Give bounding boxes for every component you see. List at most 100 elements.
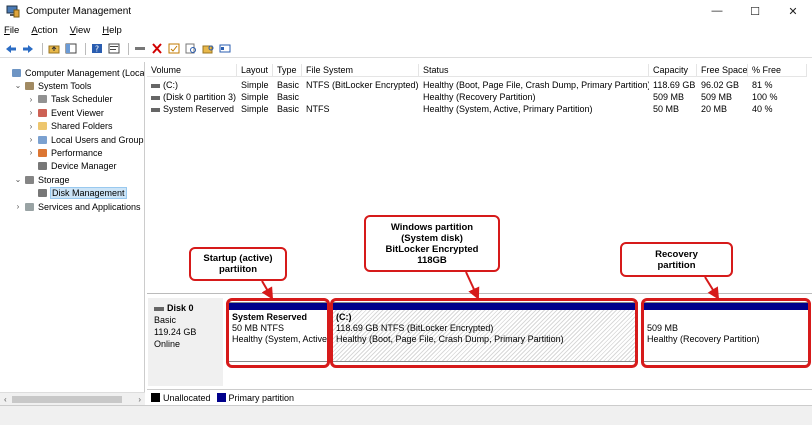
expand-chevron-icon[interactable]: › (26, 95, 36, 104)
cell-text: 509 MB (701, 92, 733, 102)
cell-text: NTFS (BitLocker Encrypted) (306, 80, 419, 90)
view-icon[interactable] (218, 42, 231, 55)
menu-file[interactable]: File (4, 25, 19, 36)
table-cell: Basic (273, 91, 302, 103)
cell-text: Basic (277, 80, 300, 90)
column-header[interactable]: % Free (748, 64, 807, 77)
menu-view[interactable]: View (70, 25, 90, 36)
tree-item-label: Shared Folders (51, 121, 113, 132)
table-cell: (C:) (147, 79, 237, 91)
tree-item[interactable]: Computer Management (Local (0, 66, 145, 79)
table-cell: 100 % (748, 91, 807, 103)
properties-icon[interactable] (107, 42, 120, 55)
toolbar-separator (42, 42, 43, 55)
tree-item[interactable]: › Shared Folders (26, 120, 113, 133)
tree-item[interactable]: ⌄ System Tools (13, 79, 92, 92)
table-cell (302, 91, 419, 103)
tree-item[interactable]: ⌄ Storage (13, 173, 70, 186)
forward-arrow-icon[interactable] (21, 42, 34, 55)
expand-chevron-icon[interactable]: ⌄ (13, 81, 23, 90)
folder-search-icon[interactable] (201, 42, 214, 55)
minimize-button[interactable]: — (698, 0, 736, 22)
unallocated-swatch (151, 393, 160, 402)
column-header[interactable]: Volume (147, 64, 237, 77)
table-cell: System Reserved (147, 103, 237, 115)
disk-icon (36, 188, 48, 199)
connect-icon[interactable] (133, 42, 146, 55)
column-header[interactable]: Capacity (649, 64, 697, 77)
tree-item-label: Computer Management (Local (25, 67, 145, 78)
table-cell: 40 % (748, 103, 807, 115)
cell-text: Basic (277, 104, 300, 114)
cell-text: 20 MB (701, 104, 728, 114)
cell-text: NTFS (306, 104, 330, 114)
help-icon[interactable]: ? (90, 42, 103, 55)
cell-text: Simple (241, 92, 269, 102)
callout-line: Windows partition (390, 221, 474, 233)
tree-item[interactable]: Device Manager (26, 160, 117, 173)
tree-item-label: Local Users and Groups (51, 134, 145, 145)
tree-item[interactable]: › Local Users and Groups (26, 133, 145, 146)
search-icon[interactable] (184, 42, 197, 55)
expand-chevron-icon[interactable]: ⌄ (13, 175, 23, 184)
column-header[interactable]: Layout (237, 64, 273, 77)
table-row[interactable]: (C:) Simple Basic NTFS (BitLocker Encrypted… (147, 79, 807, 91)
tree-item-label: Device Manager (51, 161, 117, 172)
maximize-button[interactable]: ☐ (736, 0, 774, 22)
table-cell: 118.69 GB (649, 79, 697, 91)
table-cell: Healthy (System, Active, Primary Partiti… (419, 103, 649, 115)
expand-chevron-icon[interactable]: › (26, 135, 36, 144)
expand-chevron-icon[interactable]: › (26, 108, 36, 117)
table-cell: Basic (273, 79, 302, 91)
volume-icon (151, 107, 160, 112)
callout-line: BitLocker Encrypted (385, 243, 479, 255)
cell-text: Healthy (Boot, Page File, Crash Dump, Pr… (423, 80, 649, 90)
cell-text: (C:) (163, 80, 178, 90)
volume-icon (151, 95, 160, 100)
callout-line: (System disk) (401, 232, 463, 244)
scrollbar-thumb[interactable] (12, 396, 122, 403)
legend-primary: Primary partition (228, 392, 295, 403)
table-row[interactable]: (Disk 0 partition 3) Simple Basic Healthy (… (147, 91, 807, 103)
column-header[interactable]: Free Space (697, 64, 748, 77)
expand-chevron-icon[interactable]: › (26, 148, 36, 157)
tree-item[interactable]: › Task Scheduler (26, 93, 113, 106)
menu-help[interactable]: Help (102, 25, 122, 36)
tree-item-label: Event Viewer (51, 107, 104, 118)
storage-icon (23, 174, 35, 185)
menu-bar: File Action View Help (0, 22, 812, 39)
table-cell: 509 MB (649, 91, 697, 103)
expand-chevron-icon[interactable]: › (13, 202, 23, 211)
column-header[interactable]: Type (273, 64, 302, 77)
show-hide-tree-icon[interactable] (64, 42, 77, 55)
column-header[interactable]: Status (419, 64, 649, 77)
navigation-tree: Computer Management (Local ⌄ System Tools ›… (0, 62, 145, 392)
cell-text: 509 MB (653, 92, 685, 102)
tree-item[interactable]: Disk Management (26, 187, 127, 200)
recovery-partition-highlight (641, 298, 811, 368)
toolbar: ? (0, 40, 812, 58)
delete-icon[interactable] (150, 42, 163, 55)
disk-0-label[interactable]: Disk 0 Basic 119.24 GB Online (148, 298, 223, 386)
cell-text: System Reserved (163, 104, 235, 114)
tree-item-label: Performance (51, 147, 103, 158)
startup-partition-highlight (226, 298, 330, 368)
callout-line: Recovery (655, 248, 698, 260)
up-folder-icon[interactable] (47, 42, 60, 55)
back-arrow-icon[interactable] (4, 42, 17, 55)
scroll-right-icon[interactable]: › (138, 395, 141, 404)
table-cell: 81 % (748, 79, 807, 91)
scroll-left-icon[interactable]: ‹ (4, 395, 7, 404)
tree-item[interactable]: › Event Viewer (26, 106, 104, 119)
tree-item[interactable]: › Services and Applications (13, 200, 141, 213)
title-bar: Computer Management — ☐ ✕ (0, 0, 812, 22)
tree-item[interactable]: › Performance (26, 146, 103, 159)
menu-action[interactable]: Action (31, 25, 57, 36)
tree-horizontal-scrollbar[interactable]: ‹ › (0, 392, 145, 405)
table-row[interactable]: System Reserved Simple Basic NTFS Healthy (S… (147, 103, 807, 115)
check-icon[interactable] (167, 42, 180, 55)
svg-text:?: ? (94, 45, 98, 54)
close-button[interactable]: ✕ (774, 0, 812, 22)
expand-chevron-icon[interactable]: › (26, 122, 36, 131)
column-header[interactable]: File System (302, 64, 419, 77)
